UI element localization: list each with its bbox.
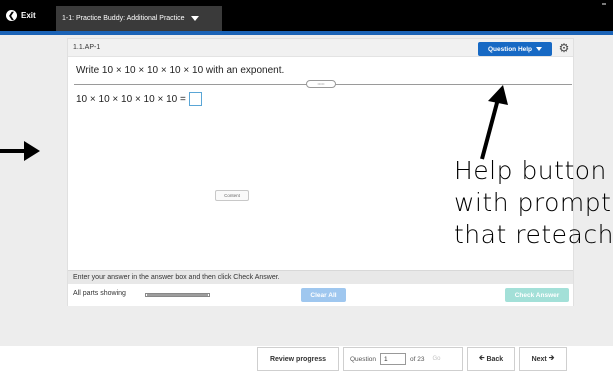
action-row: All parts showing Clear All Check Answer xyxy=(68,284,573,306)
top-bar: ❮ Exit 1-1: Practice Buddy: Additional P… xyxy=(0,0,613,35)
expression-text: 10 × 10 × 10 × 10 × 10 = xyxy=(76,93,186,105)
footer-nav: Review progress Question 1 of 23 Go 🡰 Ba… xyxy=(257,347,569,371)
parts-progress-bar xyxy=(145,293,210,297)
answer-instruction: Enter your answer in the answer box and … xyxy=(68,270,573,284)
gear-icon[interactable]: ⚙ xyxy=(557,41,571,55)
question-total: of 23 xyxy=(410,355,425,363)
exit-label: Exit xyxy=(21,11,36,20)
corner-mark xyxy=(602,3,606,5)
caret-down-icon xyxy=(536,47,543,51)
caret-down-icon xyxy=(190,16,199,21)
arrow-right-icon: 🡲 xyxy=(546,354,555,362)
resize-handle[interactable]: ••••• xyxy=(306,80,336,88)
problem-id: 1.1.AP-1 xyxy=(73,44,101,51)
annotation-arrow-up-icon xyxy=(480,85,508,160)
exit-button[interactable]: ❮ Exit xyxy=(0,0,54,31)
assignment-title: 1-1: Practice Buddy: Additional Practice xyxy=(62,15,185,22)
question-label: Question xyxy=(350,355,377,363)
question-instruction: Write 10 × 10 × 10 × 10 × 10 with an exp… xyxy=(76,65,285,76)
question-number-input[interactable]: 1 xyxy=(380,353,407,365)
assignment-dropdown[interactable]: 1-1: Practice Buddy: Additional Practice xyxy=(56,6,222,31)
next-button[interactable]: Next 🡲 xyxy=(519,347,567,371)
go-button[interactable]: Go xyxy=(433,356,441,362)
back-arrow-icon: ❮ xyxy=(6,10,17,21)
clear-all-button[interactable]: Clear All xyxy=(301,288,346,302)
answer-input[interactable] xyxy=(188,92,202,106)
back-button[interactable]: 🡰 Back xyxy=(467,347,515,371)
question-help-label: Question Help xyxy=(487,45,533,53)
annotation-arrow-right-icon xyxy=(0,141,40,161)
footer-bar: Review progress Question 1 of 23 Go 🡰 Ba… xyxy=(0,346,613,371)
expression-row: 10 × 10 × 10 × 10 × 10 = xyxy=(76,92,202,106)
question-navigator: Question 1 of 23 Go xyxy=(343,347,463,371)
content-placeholder: Content xyxy=(215,190,249,201)
panel-header: 1.1.AP-1 Question Help ⚙ xyxy=(68,39,573,57)
parts-label: All parts showing xyxy=(73,290,126,297)
back-label: Back xyxy=(486,355,504,363)
question-help-button[interactable]: Question Help xyxy=(478,42,552,56)
parts-progress-fill xyxy=(147,294,208,296)
arrow-left-icon: 🡰 xyxy=(478,354,487,362)
next-label: Next xyxy=(531,355,547,363)
annotation-text: Help button with prompts that reteach xyxy=(454,156,613,249)
review-progress-button[interactable]: Review progress xyxy=(257,347,339,371)
check-answer-button[interactable]: Check Answer xyxy=(505,288,569,302)
